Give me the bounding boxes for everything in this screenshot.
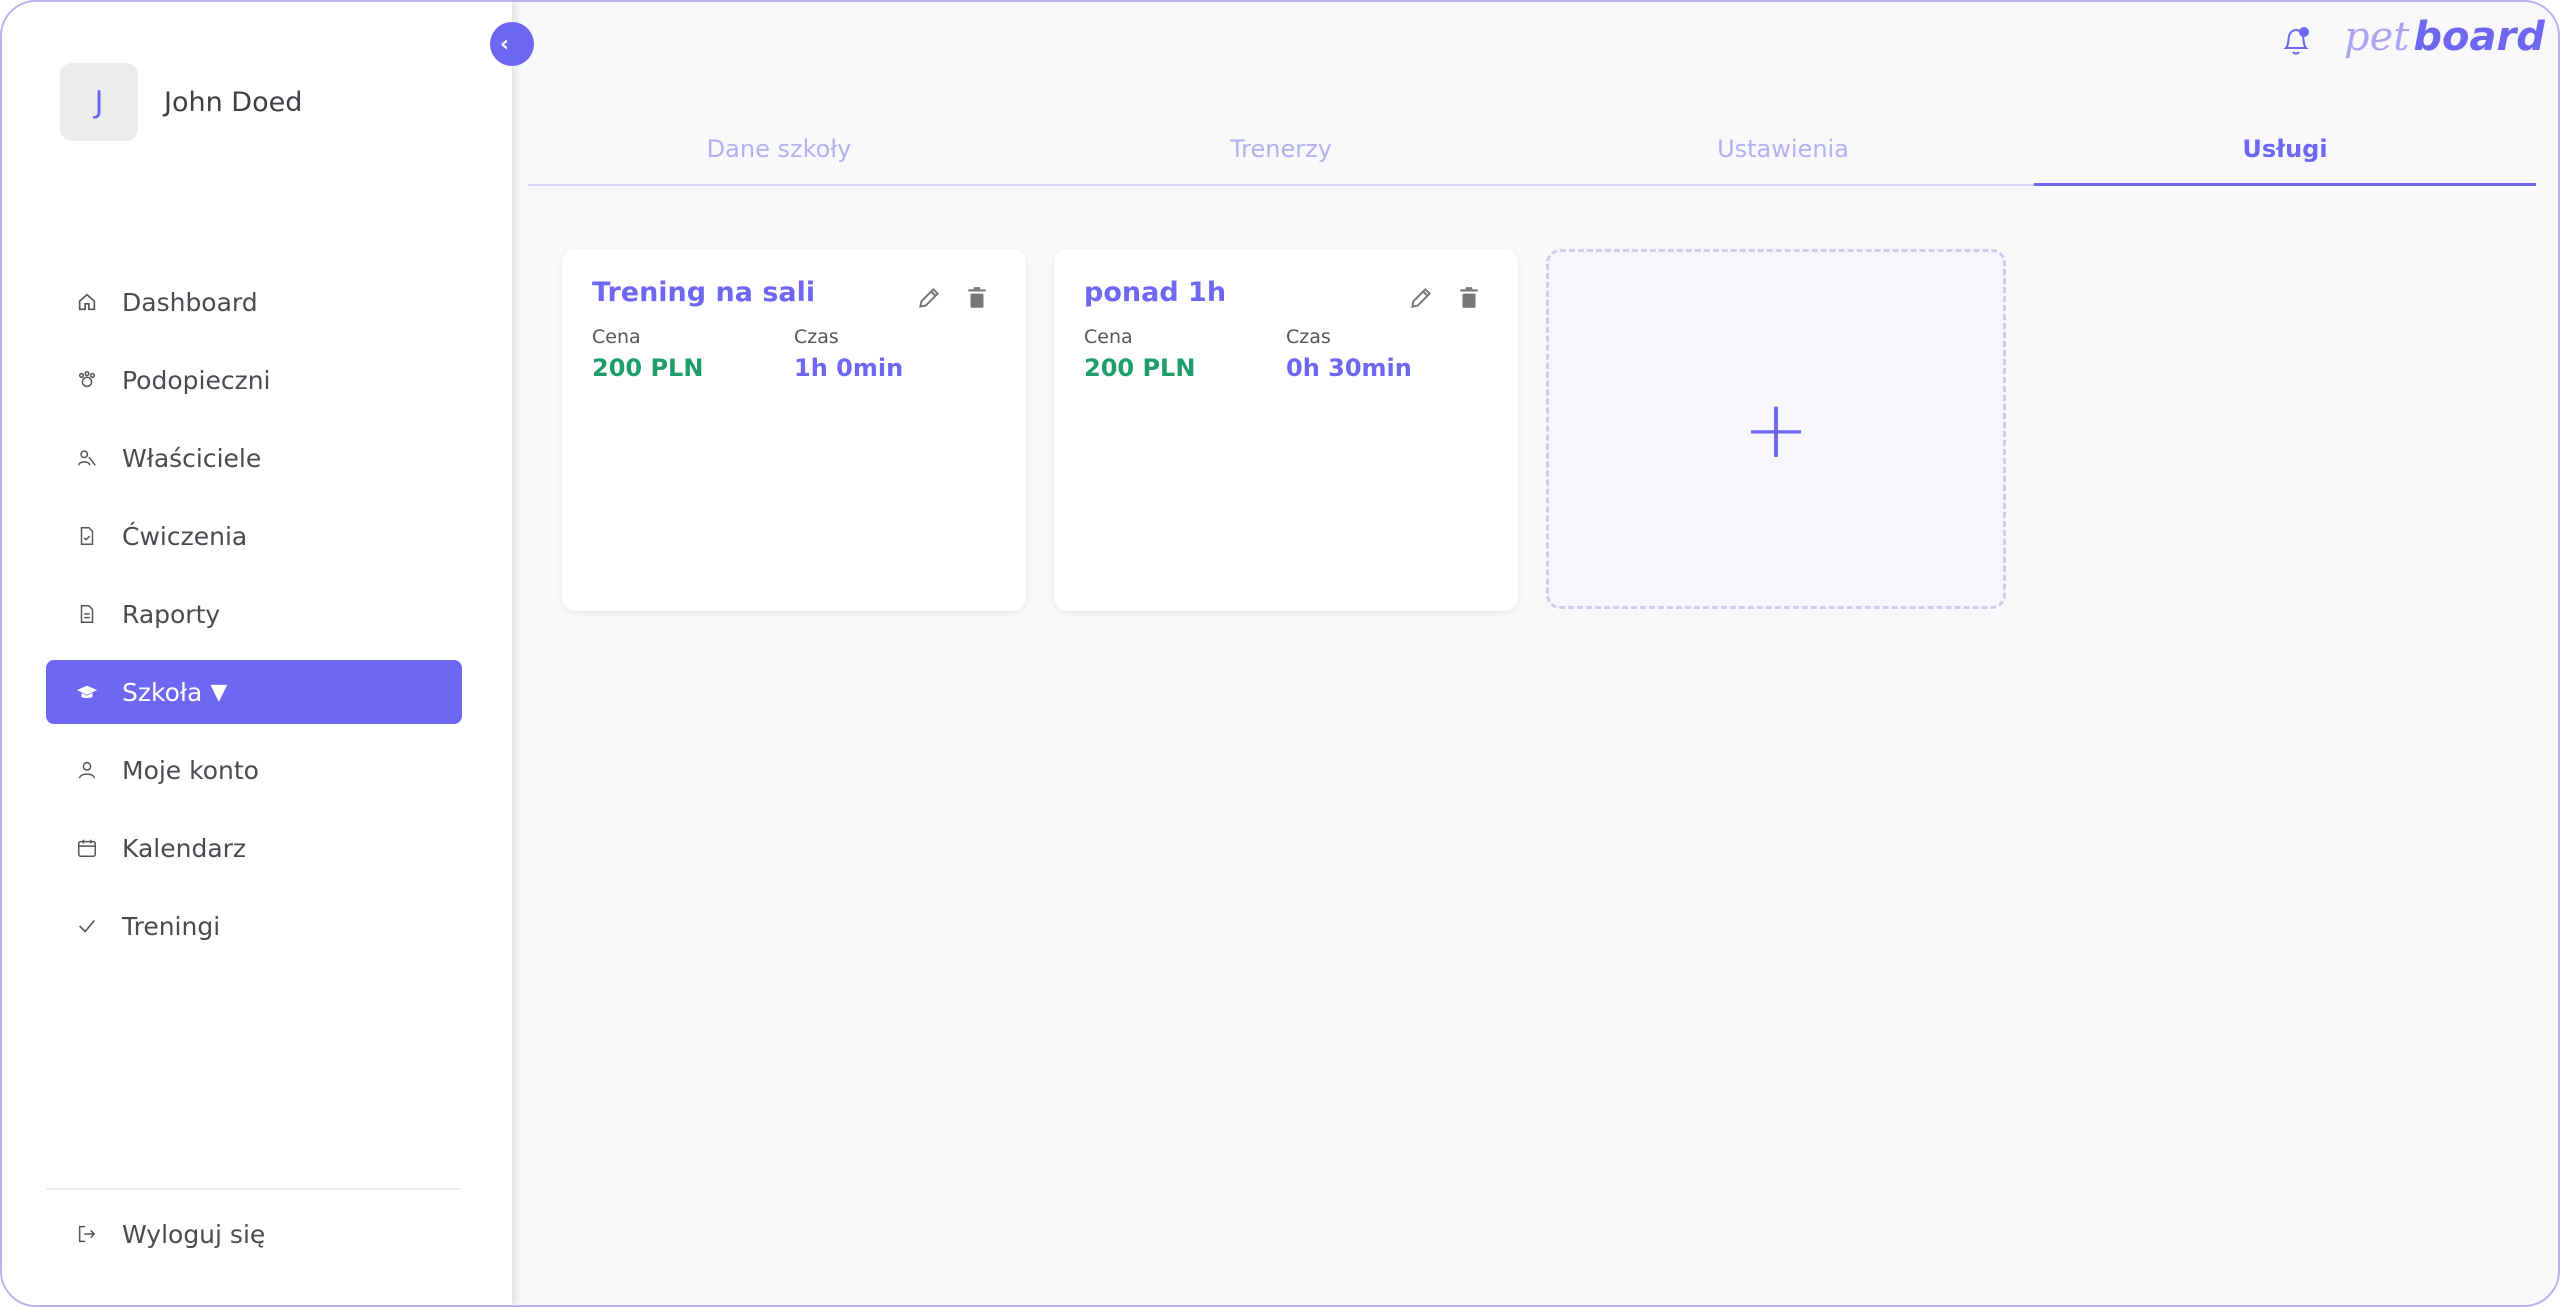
bell-icon — [2280, 27, 2312, 62]
sidebar-nav: Dashboard Podopieczni Właściciele Ćwicze… — [46, 270, 462, 972]
users-icon — [76, 447, 98, 469]
price-label: Cena — [1084, 326, 1133, 348]
sidebar-item-label: Moje konto — [122, 755, 259, 785]
service-actions — [1386, 285, 1482, 311]
plus-icon: + — [1742, 382, 1810, 476]
time-field: Czas 1h 0min — [794, 326, 996, 382]
file-check-icon — [76, 525, 98, 547]
sidebar-item-label: Treningi — [122, 911, 221, 941]
sidebar-item-label: Kalendarz — [122, 833, 247, 863]
sidebar-item-label: Dashboard — [122, 287, 258, 317]
divider — [46, 1188, 462, 1190]
sidebar-item-treningi[interactable]: Treningi — [46, 894, 462, 958]
time-label: Czas — [794, 326, 839, 348]
user-icon — [76, 759, 98, 781]
sidebar-item-label: Szkoła — [122, 677, 203, 707]
time-label: Czas — [1286, 326, 1331, 348]
delete-icon[interactable] — [1456, 285, 1482, 311]
app-window: J John Doed Dashboard Podopieczni Właści… — [0, 0, 2560, 1307]
document-icon — [76, 603, 98, 625]
price-field: Cena 200 PLN — [592, 326, 794, 382]
sidebar-item-szkola[interactable]: Szkoła ▼ — [46, 660, 462, 724]
logo-pet-text: pet — [2344, 14, 2410, 60]
sidebar-item-label: Podopieczni — [122, 365, 271, 395]
sidebar-item-label: Właściciele — [122, 443, 262, 473]
logo-board-text: board — [2413, 14, 2545, 60]
user-profile[interactable]: J John Doed — [60, 63, 302, 141]
paw-icon — [76, 369, 98, 391]
user-name: John Doed — [164, 86, 303, 118]
logout-button[interactable]: Wyloguj się — [46, 1202, 462, 1266]
sidebar-item-cwiczenia[interactable]: Ćwiczenia — [46, 504, 462, 568]
price-label: Cena — [592, 326, 641, 348]
petboard-logo[interactable]: pet board — [2344, 14, 2545, 68]
tab-trenerzy[interactable]: Trenerzy — [1030, 130, 1532, 184]
calendar-icon — [76, 837, 98, 859]
price-field: Cena 200 PLN — [1084, 326, 1286, 382]
service-fields: Cena 200 PLN Czas 1h 0min — [592, 326, 996, 382]
graduation-cap-icon — [76, 681, 98, 703]
sidebar: J John Doed Dashboard Podopieczni Właści… — [2, 2, 513, 1305]
time-value: 0h 30min — [1286, 354, 1412, 382]
services-list: Trening na sali Cena 200 PLN Czas 1h 0mi… — [562, 249, 2006, 611]
price-value: 200 PLN — [592, 354, 704, 382]
time-value: 1h 0min — [794, 354, 904, 382]
edit-icon[interactable] — [1408, 285, 1434, 311]
sidebar-item-dashboard[interactable]: Dashboard — [46, 270, 462, 334]
service-actions — [894, 285, 990, 311]
add-service-button[interactable]: + — [1546, 249, 2006, 609]
edit-icon[interactable] — [916, 285, 942, 311]
service-card[interactable]: ponad 1h Cena 200 PLN Czas 0h 30min — [1054, 249, 1518, 611]
sidebar-collapse-button[interactable]: ‹ — [490, 22, 534, 66]
check-icon — [76, 915, 98, 937]
delete-icon[interactable] — [964, 285, 990, 311]
school-tabs: Dane szkoły Trenerzy Ustawienia Usługi — [528, 130, 2536, 186]
sidebar-item-raporty[interactable]: Raporty — [46, 582, 462, 646]
service-card[interactable]: Trening na sali Cena 200 PLN Czas 1h 0mi… — [562, 249, 1026, 611]
tab-ustawienia[interactable]: Ustawienia — [1532, 130, 2034, 184]
sidebar-item-label: Raporty — [122, 599, 221, 629]
notifications-button[interactable] — [2280, 24, 2312, 58]
service-fields: Cena 200 PLN Czas 0h 30min — [1084, 326, 1488, 382]
sidebar-item-wlasciciele[interactable]: Właściciele — [46, 426, 462, 490]
sidebar-item-kalendarz[interactable]: Kalendarz — [46, 816, 462, 880]
logout-label: Wyloguj się — [122, 1219, 266, 1249]
time-field: Czas 0h 30min — [1286, 326, 1488, 382]
home-icon — [76, 291, 98, 313]
price-value: 200 PLN — [1084, 354, 1196, 382]
tab-uslugi[interactable]: Usługi — [2034, 130, 2536, 186]
caret-down-icon: ▼ — [210, 679, 228, 705]
sidebar-item-label: Ćwiczenia — [122, 521, 248, 551]
chevron-left-icon: ‹ — [500, 31, 510, 57]
avatar: J — [60, 63, 138, 141]
sidebar-item-podopieczni[interactable]: Podopieczni — [46, 348, 462, 412]
tab-dane-szkoly[interactable]: Dane szkoły — [528, 130, 1030, 184]
sidebar-item-moje-konto[interactable]: Moje konto — [46, 738, 462, 802]
logout-icon — [76, 1223, 98, 1245]
